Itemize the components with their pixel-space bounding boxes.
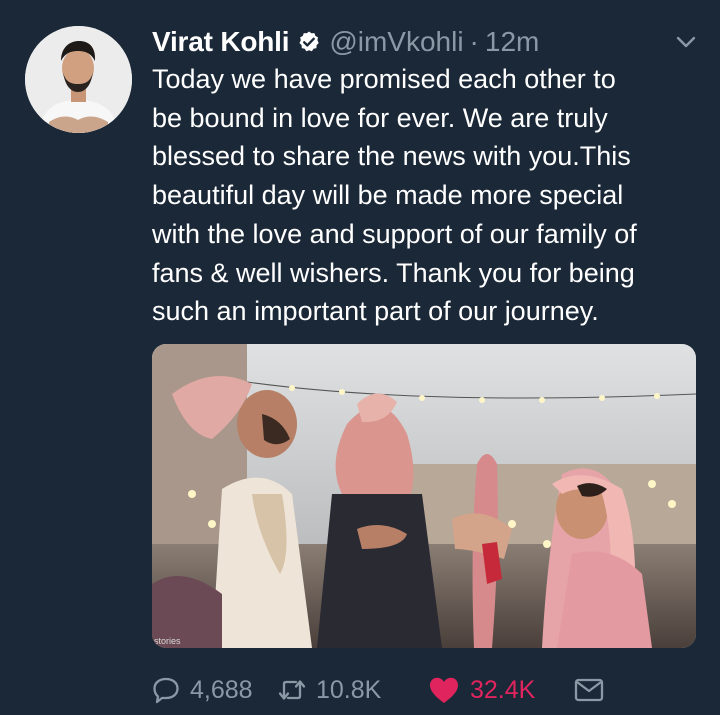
tweet-text-line: beautiful day will be made more special — [152, 180, 624, 211]
like-count: 32.4K — [470, 675, 536, 704]
like-button[interactable]: 32.4K — [428, 676, 574, 705]
timestamp[interactable]: 12m — [485, 26, 539, 58]
tweet-text: Today we have promised each other to be … — [152, 60, 697, 331]
tweet-text-line: fans & well wishers. Thank you for being — [152, 257, 635, 288]
author-handle[interactable]: @imVkohli — [329, 26, 463, 58]
tweet-header: Virat Kohli @imVkohli · 12m — [152, 24, 539, 60]
reply-icon — [153, 677, 179, 704]
tweet-actions-bar: 4,688 10.8K 32.4K — [152, 668, 604, 712]
avatar[interactable] — [25, 26, 132, 133]
tweet-media-photo[interactable]: stories — [152, 344, 696, 648]
wedding-photo — [152, 344, 696, 648]
separator-dot: · — [469, 26, 479, 57]
avatar-photo — [25, 26, 132, 133]
retweet-count: 10.8K — [316, 675, 382, 704]
tweet-text-line: blessed to share the news with you.This — [152, 141, 631, 172]
chevron-down-icon[interactable] — [675, 34, 697, 50]
tweet-text-line: Today we have promised each other to — [152, 64, 616, 94]
retweet-icon — [278, 680, 306, 700]
media-watermark: stories — [154, 636, 181, 646]
tweet-text-line: be bound in love for ever. We are truly — [152, 102, 608, 133]
retweet-button[interactable]: 10.8K — [278, 676, 428, 705]
reply-count: 4,688 — [190, 675, 253, 704]
verified-badge-icon — [299, 31, 320, 52]
envelope-icon — [574, 678, 604, 702]
tweet-text-line: with the love and support of our family … — [152, 218, 637, 249]
share-button[interactable] — [574, 678, 604, 702]
reply-button[interactable]: 4,688 — [152, 676, 278, 705]
heart-icon — [430, 677, 458, 703]
tweet-text-line: such an important part of our journey. — [152, 296, 599, 327]
author-name[interactable]: Virat Kohli — [152, 26, 290, 58]
tweet-card: Virat Kohli @imVkohli · 12m Today we hav… — [0, 0, 720, 715]
